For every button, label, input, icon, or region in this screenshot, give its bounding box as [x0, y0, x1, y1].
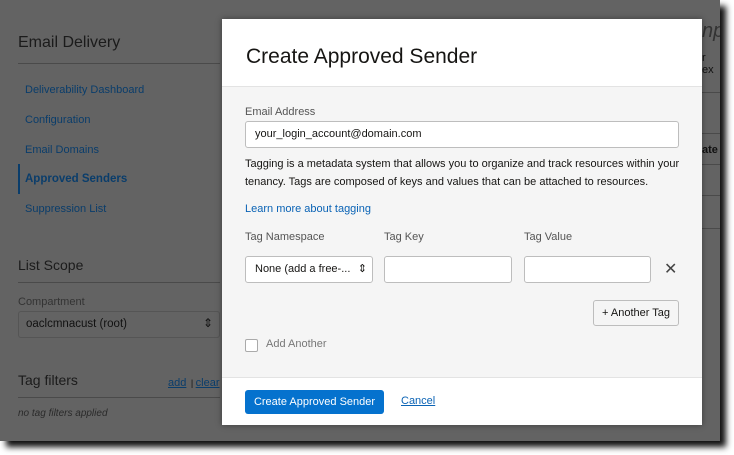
chevron-up-down-icon: ⇕ — [202, 316, 213, 330]
list-scope-heading: List Scope — [18, 257, 84, 273]
add-another-label: Add Another — [266, 338, 327, 350]
learn-more-tagging-link[interactable]: Learn more about tagging — [245, 200, 685, 218]
tagging-description: Tagging is a metadata system that allows… — [245, 158, 680, 188]
tag-key-label: Tag Key — [384, 231, 424, 243]
divider — [702, 92, 720, 93]
tag-filters-heading: Tag filters — [18, 372, 78, 388]
dialog-footer: Create Approved Sender Cancel — [222, 377, 702, 425]
nav-configuration[interactable]: Configuration — [18, 114, 90, 126]
tag-namespace-value: None (add a free-... — [255, 263, 351, 275]
nav-deliverability-dashboard[interactable]: Deliverability Dashboard — [18, 84, 144, 96]
divider — [702, 228, 720, 229]
dialog-title: Create Approved Sender — [222, 19, 702, 87]
sidebar-title: Email Delivery — [18, 34, 121, 51]
tag-key-input[interactable] — [384, 256, 512, 283]
page-text-fragment: r ex — [702, 52, 714, 76]
email-address-input[interactable]: your_login_account@domain.com — [245, 121, 679, 148]
tag-namespace-select[interactable]: None (add a free-... ⇕ — [245, 256, 373, 283]
cancel-link[interactable]: Cancel — [401, 395, 435, 407]
add-tag-filter-link[interactable]: add — [168, 377, 186, 389]
tag-namespace-label: Tag Namespace — [245, 231, 325, 243]
nav-suppression-list[interactable]: Suppression List — [18, 203, 106, 215]
chevron-up-down-icon: ⇕ — [357, 263, 367, 275]
divider — [18, 282, 220, 283]
clear-tag-filter-link[interactable]: clear — [196, 377, 220, 389]
compartment-select[interactable]: oaclcmnacust (root) ⇕ — [18, 311, 220, 338]
compartment-label: Compartment — [18, 296, 85, 308]
divider — [702, 133, 720, 134]
no-tag-filters-text: no tag filters applied — [18, 408, 108, 419]
divider — [702, 164, 720, 165]
nav-email-domains[interactable]: Email Domains — [18, 144, 99, 156]
page-title-fragment: np — [702, 20, 720, 42]
another-tag-button[interactable]: + Another Tag — [593, 300, 679, 326]
nav-approved-senders[interactable]: Approved Senders — [18, 164, 127, 194]
remove-tag-close-icon[interactable]: ✕ — [664, 259, 677, 279]
email-address-label: Email Address — [245, 106, 316, 118]
tag-value-input[interactable] — [524, 256, 651, 283]
table-header-fragment: ate — [702, 144, 718, 156]
divider — [702, 195, 720, 196]
tag-value-label: Tag Value — [524, 231, 573, 243]
compartment-value: oaclcmnacust (root) — [26, 318, 127, 330]
divider — [18, 397, 220, 398]
add-another-checkbox[interactable] — [245, 339, 258, 352]
create-approved-sender-button[interactable]: Create Approved Sender — [245, 390, 384, 414]
divider — [18, 63, 220, 64]
create-approved-sender-dialog: Create Approved Sender Email Address you… — [222, 19, 702, 425]
